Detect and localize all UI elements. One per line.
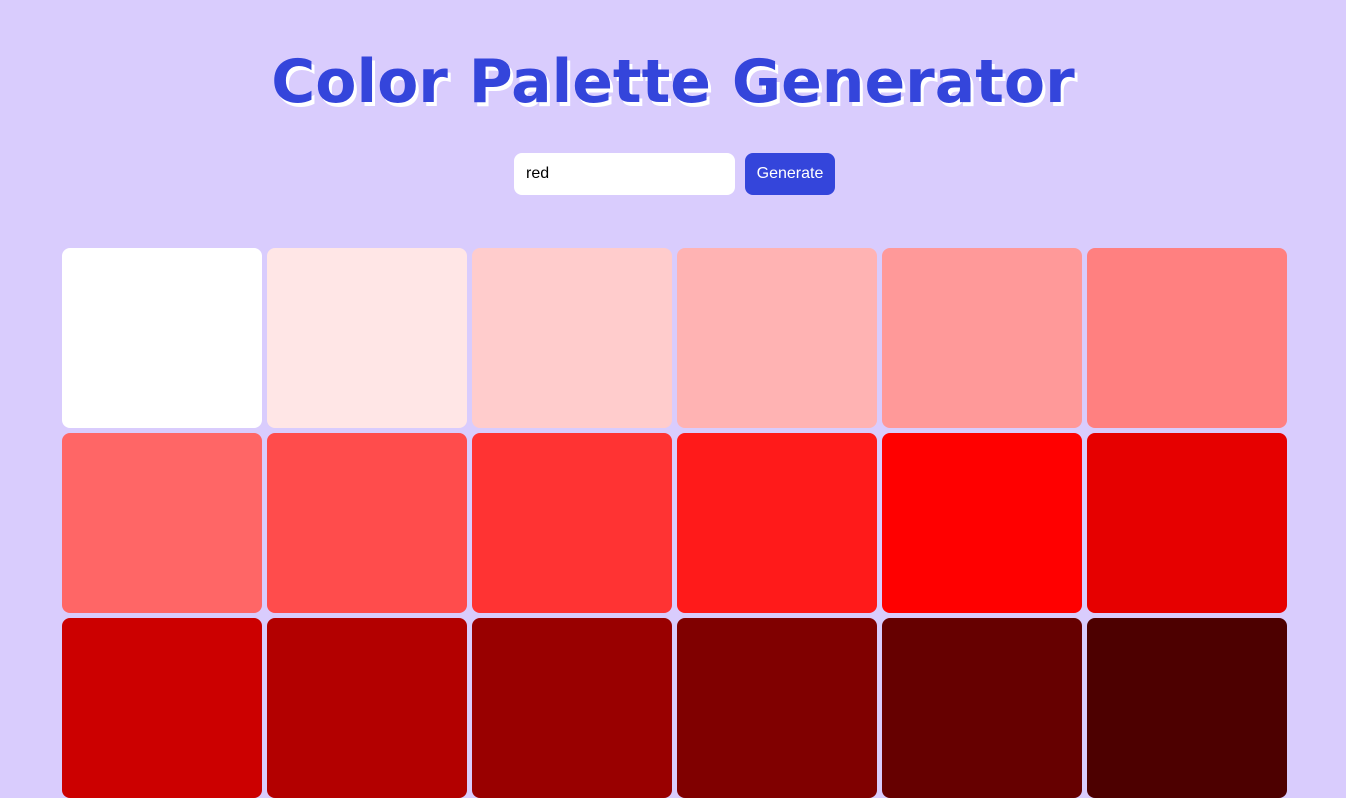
color-swatch[interactable] bbox=[1087, 248, 1287, 428]
palette-controls: Generate bbox=[514, 153, 835, 195]
generate-button[interactable]: Generate bbox=[745, 153, 835, 195]
color-swatch[interactable] bbox=[472, 618, 672, 798]
color-swatch[interactable] bbox=[882, 248, 1082, 428]
color-swatch[interactable] bbox=[62, 248, 262, 428]
palette-grid bbox=[62, 248, 1287, 798]
color-swatch[interactable] bbox=[267, 248, 467, 428]
page-title: Color Palette Generator bbox=[271, 47, 1075, 117]
color-swatch[interactable] bbox=[472, 433, 672, 613]
color-swatch[interactable] bbox=[472, 248, 672, 428]
color-swatch[interactable] bbox=[1087, 618, 1287, 798]
color-swatch[interactable] bbox=[677, 618, 877, 798]
color-swatch[interactable] bbox=[882, 433, 1082, 613]
color-swatch[interactable] bbox=[267, 618, 467, 798]
color-swatch[interactable] bbox=[677, 433, 877, 613]
color-swatch[interactable] bbox=[62, 618, 262, 798]
color-swatch[interactable] bbox=[677, 248, 877, 428]
color-swatch[interactable] bbox=[62, 433, 262, 613]
color-swatch[interactable] bbox=[882, 618, 1082, 798]
color-input[interactable] bbox=[514, 153, 735, 195]
color-swatch[interactable] bbox=[267, 433, 467, 613]
color-swatch[interactable] bbox=[1087, 433, 1287, 613]
